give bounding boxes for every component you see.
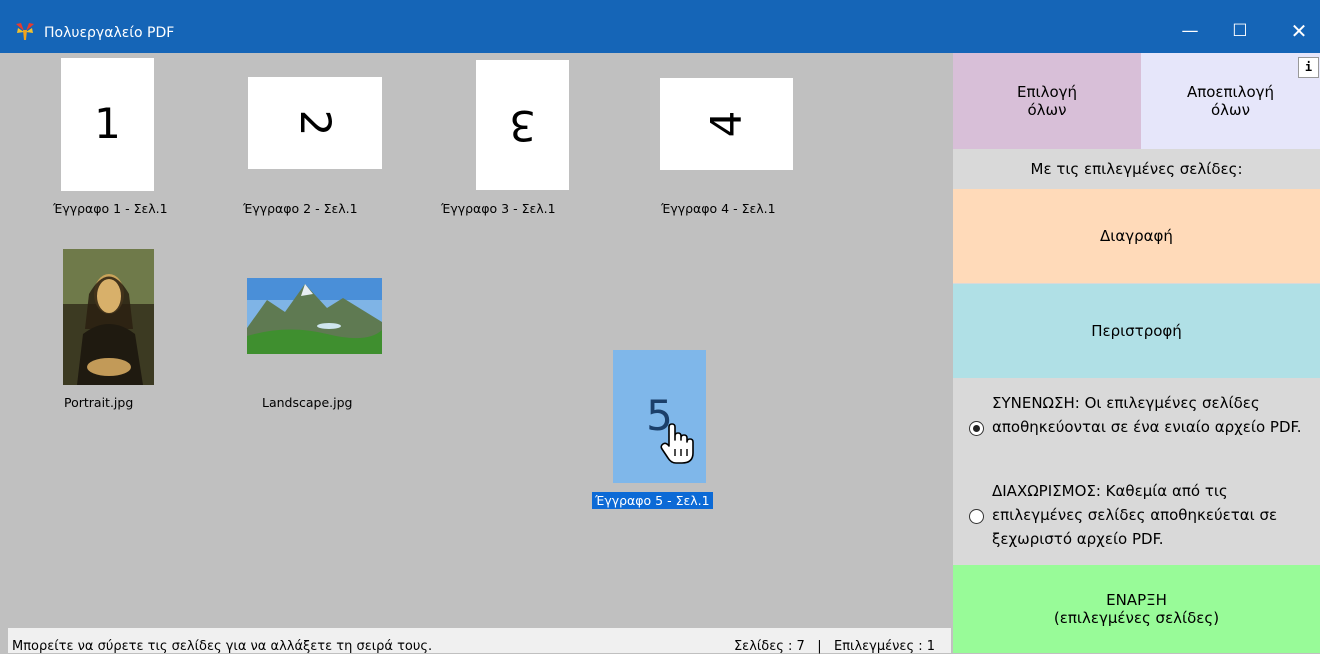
- page-preview: 4: [660, 78, 793, 170]
- status-bar: Μπορείτε να σύρετε τις σελίδες για να αλ…: [8, 628, 951, 654]
- portrait-image: [63, 249, 154, 385]
- page-caption: Έγγραφο 1 - Σελ.1: [53, 201, 168, 216]
- landscape-image: [247, 278, 382, 354]
- split-radio[interactable]: [969, 509, 984, 524]
- page-preview: 2: [248, 77, 382, 169]
- title-bar: Πολυεργαλείο PDF — ☐ ✕: [0, 0, 1320, 53]
- deselect-all-button[interactable]: Αποεπιλογή όλων: [1141, 53, 1320, 149]
- rotate-button[interactable]: Περιστροφή: [953, 284, 1320, 378]
- status-counts: Σελίδες : 7 | Επιλεγμένες : 1: [733, 639, 935, 654]
- close-button[interactable]: ✕: [1279, 14, 1319, 48]
- status-hint: Μπορείτε να σύρετε τις σελίδες για να αλ…: [12, 639, 433, 654]
- minimize-button[interactable]: —: [1170, 14, 1210, 48]
- page-caption: Έγγραφο 4 - Σελ.1: [661, 201, 776, 216]
- page-preview: 5: [613, 350, 706, 483]
- start-button[interactable]: ΕΝΑΡΞΗ (επιλεγμένες σελίδες): [953, 565, 1320, 653]
- split-option[interactable]: ΔΙΑΧΩΡΙΣΜΟΣ: Καθεμία από τις επιλεγμένες…: [969, 479, 1314, 553]
- split-option-label: ΔΙΑΧΩΡΙΣΜΟΣ: Καθεμία από τις επιλεγμένες…: [992, 482, 1278, 548]
- page-number-glyph: 3: [509, 101, 536, 150]
- page-thumbnail-area[interactable]: 1 Έγγραφο 1 - Σελ.1 2 Έγγραφο 2 - Σελ.1 …: [8, 53, 951, 628]
- page-caption: Έγγραφο 5 - Σελ.1: [592, 492, 713, 509]
- radio-selected-dot: [973, 425, 980, 432]
- page-caption: Landscape.jpg: [262, 395, 353, 410]
- merge-option[interactable]: ΣΥΝΕΝΩΣΗ: Οι επιλεγμένες σελίδες αποθηκε…: [969, 391, 1314, 465]
- page-caption: Portrait.jpg: [64, 395, 134, 410]
- page-caption: Έγγραφο 2 - Σελ.1: [243, 201, 358, 216]
- selected-pages-label: Με τις επιλεγμένες σελίδες:: [1030, 160, 1243, 178]
- page-preview: 1: [61, 58, 154, 191]
- page-number-glyph: 1: [94, 99, 121, 148]
- window-title: Πολυεργαλείο PDF: [44, 25, 175, 41]
- select-all-button[interactable]: Επιλογή όλων: [953, 53, 1141, 149]
- hand-cursor-icon: [660, 423, 694, 464]
- actions-panel: Επιλογή όλων Αποεπιλογή όλων i Με τις επ…: [953, 53, 1320, 653]
- merge-radio[interactable]: [969, 421, 984, 436]
- merge-option-label: ΣΥΝΕΝΩΣΗ: Οι επιλεγμένες σελίδες αποθηκε…: [992, 394, 1302, 436]
- maximize-button[interactable]: ☐: [1220, 14, 1260, 48]
- page-caption: Έγγραφο 3 - Σελ.1: [441, 201, 556, 216]
- app-logo-icon: [16, 23, 34, 40]
- page-number-glyph: 4: [701, 110, 751, 138]
- delete-button[interactable]: Διαγραφή: [953, 189, 1320, 283]
- page-preview: 3: [476, 60, 569, 190]
- page-number-glyph: 2: [291, 109, 340, 137]
- info-button[interactable]: i: [1298, 57, 1319, 78]
